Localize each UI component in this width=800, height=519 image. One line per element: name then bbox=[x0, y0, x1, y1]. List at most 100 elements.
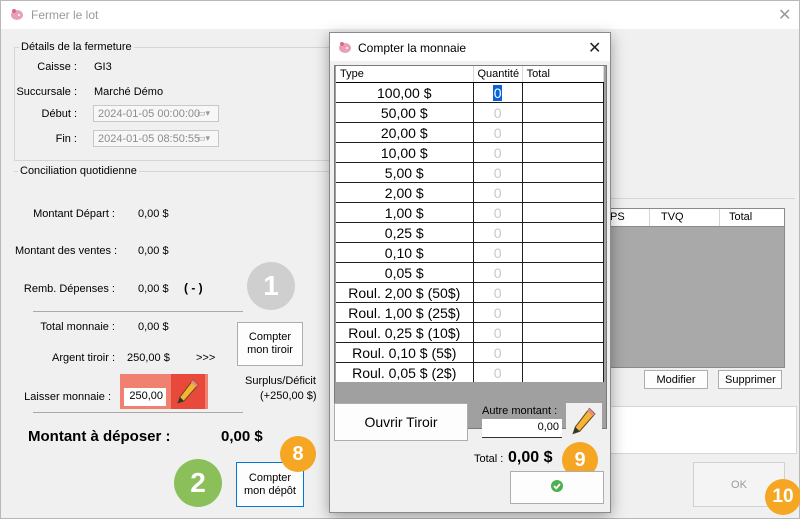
ouvrir-tiroir-button[interactable]: Ouvrir Tiroir bbox=[334, 403, 468, 441]
taxes-table: PS TVQ Total bbox=[596, 208, 785, 368]
money-type-cell: 1,00 $ bbox=[336, 202, 474, 223]
separator-2 bbox=[33, 412, 243, 413]
money-quantity-cell[interactable]: 0 bbox=[473, 202, 523, 223]
money-row: Roul. 1,00 $ (25$) 0 bbox=[336, 302, 605, 323]
money-quantity-cell[interactable]: 0 bbox=[473, 162, 523, 183]
money-quantity-cell[interactable]: 0 bbox=[473, 322, 523, 343]
money-type-cell: Roul. 1,00 $ (25$) bbox=[336, 302, 474, 323]
pencil-icon bbox=[177, 379, 199, 404]
money-total-cell bbox=[522, 322, 605, 343]
confirm-button[interactable] bbox=[510, 471, 604, 504]
laisser-edit-button[interactable] bbox=[171, 374, 205, 409]
step-badge-1: 1 bbox=[247, 262, 295, 310]
laisser-monnaie-label: Laisser monnaie : bbox=[24, 391, 111, 403]
money-quantity-cell[interactable]: 0 bbox=[473, 222, 523, 243]
succursale-label: Succursale : bbox=[16, 86, 77, 98]
money-row: Roul. 2,00 $ (50$) 0 bbox=[336, 282, 605, 303]
money-type-cell: 5,00 $ bbox=[336, 162, 474, 183]
money-row: 5,00 $0 bbox=[336, 162, 605, 183]
money-row: 2,00 $0 bbox=[336, 182, 605, 203]
money-type-cell: 20,00 $ bbox=[336, 122, 474, 143]
supprimer-button[interactable]: Supprimer bbox=[718, 370, 782, 389]
modifier-button[interactable]: Modifier bbox=[644, 370, 708, 389]
argent-tiroir-label: Argent tiroir : bbox=[52, 352, 115, 364]
money-type-cell: 0,05 $ bbox=[336, 262, 474, 283]
money-row: Roul. 0,05 $ (2$) 0 bbox=[336, 362, 605, 382]
step-badge-2: 2 bbox=[174, 459, 222, 507]
money-quantity-cell[interactable]: 0 bbox=[473, 282, 523, 303]
money-total-cell bbox=[522, 362, 605, 382]
money-total-cell bbox=[522, 122, 605, 143]
money-type-cell: 0,10 $ bbox=[336, 242, 474, 263]
money-total-cell bbox=[522, 82, 605, 103]
fin-value: 2024-01-05 08:50:55 bbox=[98, 133, 201, 145]
montant-deposer-value: 0,00 $ bbox=[221, 428, 263, 445]
header-ps: PS bbox=[610, 211, 625, 223]
title-bar: Fermer le lot ✕ bbox=[1, 1, 799, 29]
money-total-cell bbox=[522, 102, 605, 123]
money-total-cell bbox=[522, 222, 605, 243]
pencil-icon bbox=[572, 407, 596, 435]
autre-montant-label: Autre montant : bbox=[482, 405, 558, 417]
col-type: Type bbox=[336, 66, 474, 83]
debut-label: Début : bbox=[41, 108, 77, 120]
money-quantity-cell[interactable]: 0 bbox=[473, 102, 523, 123]
montant-deposer-label: Montant à déposer : bbox=[28, 428, 171, 445]
calendar-dropdown-icon[interactable]: ▭▾ bbox=[197, 108, 215, 119]
money-grid: Type Quantité Total 100,00 $0 50,00 $0 20,… bbox=[334, 65, 607, 429]
money-header-row: Type Quantité Total bbox=[336, 66, 605, 83]
surplus-label: Surplus/Déficit bbox=[245, 375, 316, 387]
caisse-label: Caisse : bbox=[37, 61, 77, 73]
quantity-selected[interactable]: 0 bbox=[492, 84, 503, 101]
money-quantity-cell[interactable]: 0 bbox=[473, 242, 523, 263]
check-icon bbox=[551, 480, 563, 492]
money-total-cell bbox=[522, 302, 605, 323]
montant-ventes-value: 0,00 $ bbox=[138, 245, 169, 257]
calendar-dropdown-icon[interactable]: ▭▾ bbox=[197, 133, 215, 144]
autre-montant-input[interactable]: 0,00 bbox=[482, 419, 562, 438]
close-icon[interactable]: ✕ bbox=[778, 5, 791, 25]
money-quantity-cell[interactable]: 0 bbox=[473, 302, 523, 323]
money-quantity-cell[interactable]: 0 bbox=[473, 362, 523, 382]
debut-datetime[interactable]: 2024-01-05 00:00:00 ▭▾ bbox=[93, 105, 219, 122]
money-quantity-cell[interactable]: 0 bbox=[473, 262, 523, 283]
compter-depot-line2: mon dépôt bbox=[244, 484, 296, 497]
money-quantity-cell[interactable]: 0 bbox=[473, 122, 523, 143]
fin-datetime[interactable]: 2024-01-05 08:50:55 ▭▾ bbox=[93, 130, 219, 147]
step-badge-8: 8 bbox=[280, 436, 316, 472]
compter-tiroir-button[interactable]: Compter mon tiroir bbox=[237, 322, 303, 366]
money-type-cell: Roul. 0,25 $ (10$) bbox=[336, 322, 474, 343]
money-row: 10,00 $0 bbox=[336, 142, 605, 163]
money-row: 50,00 $0 bbox=[336, 102, 605, 123]
money-total-cell bbox=[522, 162, 605, 183]
money-type-cell: 0,25 $ bbox=[336, 222, 474, 243]
montant-depart-value: 0,00 $ bbox=[138, 208, 169, 220]
compter-monnaie-dialog: Compter la monnaie ✕ Type Quantité Total… bbox=[329, 32, 611, 513]
remb-sign: ( - ) bbox=[184, 281, 203, 295]
succursale-value: Marché Démo bbox=[94, 86, 164, 98]
laisser-monnaie-input[interactable]: 250,00 bbox=[124, 388, 166, 406]
total-value: 0,00 $ bbox=[508, 449, 553, 466]
money-quantity-cell[interactable]: 0 bbox=[473, 342, 523, 363]
step-badge-10: 10 bbox=[765, 479, 800, 515]
app-pig-icon bbox=[11, 9, 23, 20]
money-total-cell bbox=[522, 182, 605, 203]
dialog-title: Compter la monnaie bbox=[358, 41, 467, 55]
money-quantity-cell[interactable]: 0 bbox=[473, 182, 523, 203]
compter-tiroir-line1: Compter bbox=[248, 331, 292, 343]
money-row: Roul. 0,10 $ (5$) 0 bbox=[336, 342, 605, 363]
money-quantity-cell[interactable]: 0 bbox=[473, 142, 523, 163]
dialog-close-icon[interactable]: ✕ bbox=[588, 38, 601, 58]
autre-montant-edit-button[interactable] bbox=[566, 403, 602, 440]
compter-tiroir-line2: mon tiroir bbox=[247, 344, 293, 356]
surplus-value: (+250,00 $) bbox=[260, 390, 317, 402]
money-quantity-cell[interactable]: 0 bbox=[473, 82, 523, 103]
money-type-cell: 50,00 $ bbox=[336, 102, 474, 123]
money-total-cell bbox=[522, 142, 605, 163]
caisse-value: GI3 bbox=[94, 61, 112, 73]
window-title: Fermer le lot bbox=[31, 8, 99, 22]
col-divider bbox=[649, 209, 650, 226]
money-type-cell: 10,00 $ bbox=[336, 142, 474, 163]
total-monnaie-label: Total monnaie : bbox=[40, 321, 115, 333]
total-label: Total : bbox=[474, 453, 504, 465]
